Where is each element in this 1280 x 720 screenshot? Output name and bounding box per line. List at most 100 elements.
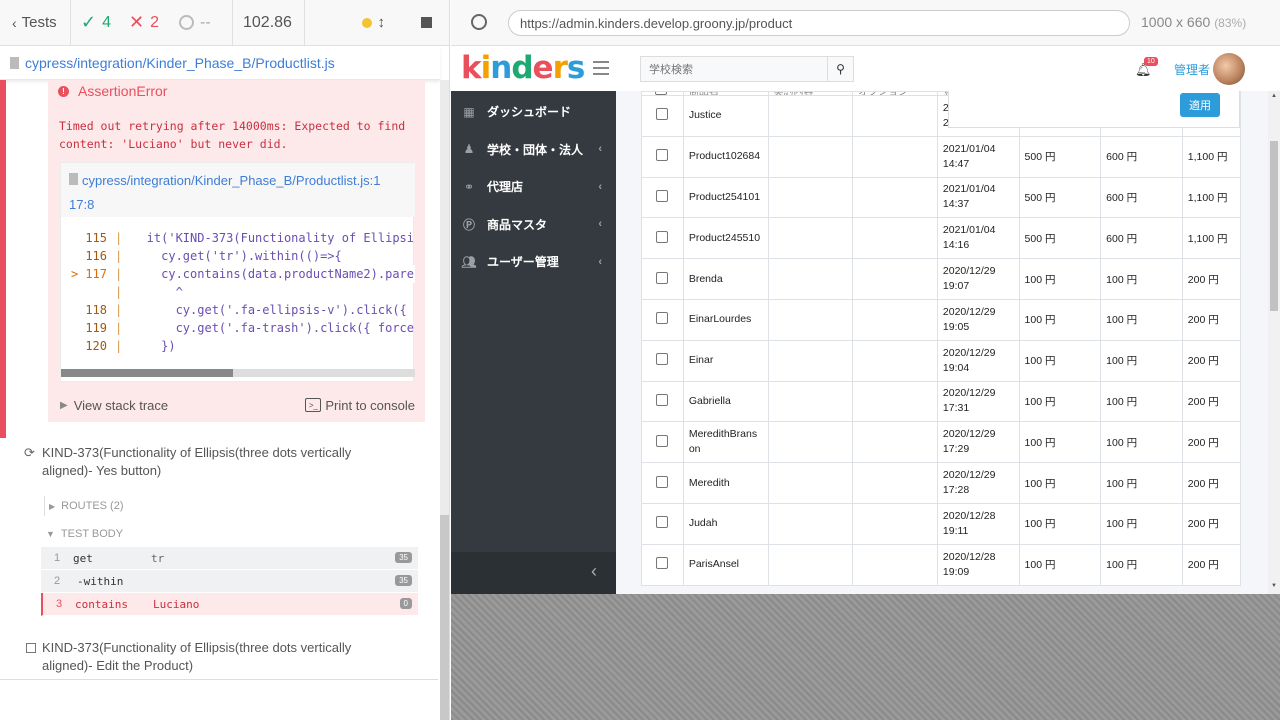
registered-date: 2020/12/28 19:09 [936, 543, 1020, 586]
handshake-icon: ⚭ [463, 179, 475, 194]
routes-toggle[interactable]: ▶ ROUTES (2) [44, 496, 418, 516]
table-row[interactable]: Judah 2020/12/28 19:11 100 円 100 円 200 円 [641, 502, 1242, 545]
code-hscroll[interactable] [61, 369, 415, 377]
user-menu[interactable]: 管理者 [1174, 61, 1210, 78]
tests-button[interactable]: ‹ Tests [0, 0, 71, 46]
spec-path[interactable]: cypress/integration/Kinder_Phase_B/Produ… [25, 55, 335, 71]
contract-cell [767, 543, 854, 586]
table-row[interactable]: EinarLourdes 2020/12/29 19:05 100 円 100 円 200… [641, 298, 1242, 341]
table-row[interactable]: Product102684 2021/01/04 14:47 500 円 600 円 1,… [641, 135, 1242, 178]
command-log: 1 get tr 35 2 -within 35 3 contains Luciano 0 [41, 547, 418, 616]
row-checkbox-cell [641, 135, 684, 178]
chevron-left-icon: ‹ [591, 561, 597, 581]
spec-file-header: cypress/integration/Kinder_Phase_B/Produ… [0, 46, 440, 80]
test-body-toggle[interactable]: ▼ TEST BODY [44, 524, 418, 544]
kinders-logo[interactable]: kinders [461, 50, 585, 86]
row-checkbox[interactable] [656, 230, 669, 243]
row-checkbox-cell [641, 421, 684, 464]
print-to-console[interactable]: Print to console [325, 398, 415, 413]
code-text: }) [132, 339, 176, 353]
table-row[interactable]: Product254101 2021/01/04 14:37 500 円 600 円 1,… [641, 176, 1242, 219]
code-frame-file[interactable]: cypress/integration/Kinder_Phase_B/Produ… [82, 173, 380, 188]
price-cell: 200 円 [1181, 502, 1242, 545]
table-row[interactable]: Brenda 2020/12/29 19:07 100 円 100 円 200 円 [641, 258, 1242, 300]
apply-button[interactable]: 適用 [1180, 93, 1220, 117]
error-message-line: content: 'Luciano' but never did. [59, 137, 288, 151]
row-checkbox-cell [641, 339, 684, 382]
notification-badge: 10 [1144, 57, 1158, 66]
time-text: 14:47 [942, 157, 970, 170]
table-row[interactable]: Meredith 2020/12/29 17:28 100 円 100 円 200 円 [641, 462, 1242, 504]
sidebar-item[interactable]: 👥︎ ユーザー管理 ‹ [451, 243, 616, 280]
sidebar-item-label: 学校・団体・法人 [487, 142, 584, 157]
row-checkbox[interactable] [656, 475, 669, 488]
code-frame-line[interactable]: 17:8 [69, 197, 94, 212]
selector-playground-icon[interactable] [471, 14, 487, 30]
code-gutter: | [115, 231, 123, 245]
time-text: 19:07 [942, 280, 970, 293]
hamburger-icon[interactable] [593, 61, 609, 75]
contract-cell [767, 298, 854, 341]
row-checkbox[interactable] [656, 108, 669, 121]
command-row[interactable]: 2 -within 35 [41, 570, 418, 593]
table-row[interactable]: MeredithBrans on 2020/12/29 17:29 100 円 100 … [641, 421, 1242, 464]
table-row[interactable]: Einar 2020/12/29 19:04 100 円 100 円 200 円 [641, 339, 1242, 382]
test-title-line: KIND-373(Functionality of Ellipsis(three… [42, 445, 352, 460]
sidebar-item[interactable]: Ⓟ 商品マスタ ‹ [451, 206, 616, 243]
auto-scroll-icon[interactable]: ↕ [378, 14, 386, 31]
search-icon[interactable]: ⚲ [827, 57, 853, 81]
sidebar-collapse[interactable]: ‹ [451, 552, 616, 594]
stop-icon[interactable] [421, 17, 432, 28]
row-checkbox[interactable] [656, 393, 669, 406]
product-name: Meredith [682, 462, 769, 504]
row-checkbox[interactable] [656, 557, 669, 570]
row-checkbox[interactable] [656, 516, 669, 529]
reporter-scroll-thumb[interactable] [440, 515, 449, 720]
terminal-icon: >_ [305, 398, 322, 412]
registered-date: 2020/12/29 19:07 [936, 258, 1020, 300]
product-name: Judah [682, 502, 769, 545]
row-checkbox[interactable] [656, 434, 669, 447]
arrow-up-icon[interactable]: ▲ [1271, 93, 1277, 99]
column-header[interactable]: オプション [852, 91, 938, 96]
sidebar-item[interactable]: ⚭ 代理店 ‹ [451, 168, 616, 205]
chevron-left-icon: ‹ [12, 14, 17, 31]
column-header[interactable]: 商品名 [682, 91, 769, 96]
error-title: AssertionError [78, 83, 168, 99]
option-cell [852, 298, 938, 341]
pending-icon [179, 15, 194, 30]
school-search-input[interactable] [641, 57, 827, 81]
registered-date: 2020/12/29 17:29 [936, 421, 1020, 464]
select-all-checkbox[interactable] [655, 92, 667, 95]
test-item-pending[interactable]: KIND-373(Functionality of Ellipsis(three… [0, 636, 438, 680]
table-row[interactable]: Gabriella 2020/12/29 17:31 100 円 100 円 200 円 [641, 380, 1242, 423]
row-checkbox-cell [641, 380, 684, 423]
table-row[interactable]: Product245510 2021/01/04 14:16 500 円 600 円 1,… [641, 217, 1242, 260]
test-title[interactable]: KIND-373(Functionality of Ellipsis(three… [42, 444, 351, 480]
sidebar-item[interactable]: ♟ 学校・団体・法人 ‹ [451, 131, 616, 168]
avatar[interactable] [1213, 53, 1245, 85]
column-header[interactable]: 契約内容 [767, 91, 854, 96]
price-cell: 100 円 [1018, 502, 1102, 545]
exclamation-icon: ! [58, 85, 69, 97]
option-cell [852, 135, 938, 178]
command-number: 1 [53, 552, 61, 564]
row-checkbox[interactable] [656, 312, 669, 325]
row-checkbox[interactable] [656, 353, 669, 366]
app-scrollbar[interactable]: ▲ ▼ [1268, 91, 1280, 594]
command-count-badge: 35 [395, 575, 412, 586]
row-checkbox[interactable] [656, 149, 669, 162]
running-indicator-icon[interactable] [361, 17, 372, 28]
row-checkbox[interactable] [656, 271, 669, 284]
sidebar-item[interactable]: ▦ ダッシュボード [451, 93, 616, 130]
contract-cell [767, 421, 854, 464]
command-row[interactable]: 1 get tr 35 [41, 547, 418, 570]
table-row[interactable]: ParisAnsel 2020/12/28 19:09 100 円 100 円 200 円 [641, 543, 1242, 586]
command-row[interactable]: 3 contains Luciano 0 [41, 593, 418, 616]
view-stack-trace[interactable]: View stack trace [74, 398, 168, 413]
arrow-down-icon[interactable]: ▼ [1271, 583, 1277, 589]
product-name: MeredithBrans on [682, 421, 769, 464]
square-icon [26, 643, 36, 653]
url-field[interactable]: https://admin.kinders.develop.groony.jp/… [508, 10, 1130, 36]
row-checkbox[interactable] [656, 189, 669, 202]
